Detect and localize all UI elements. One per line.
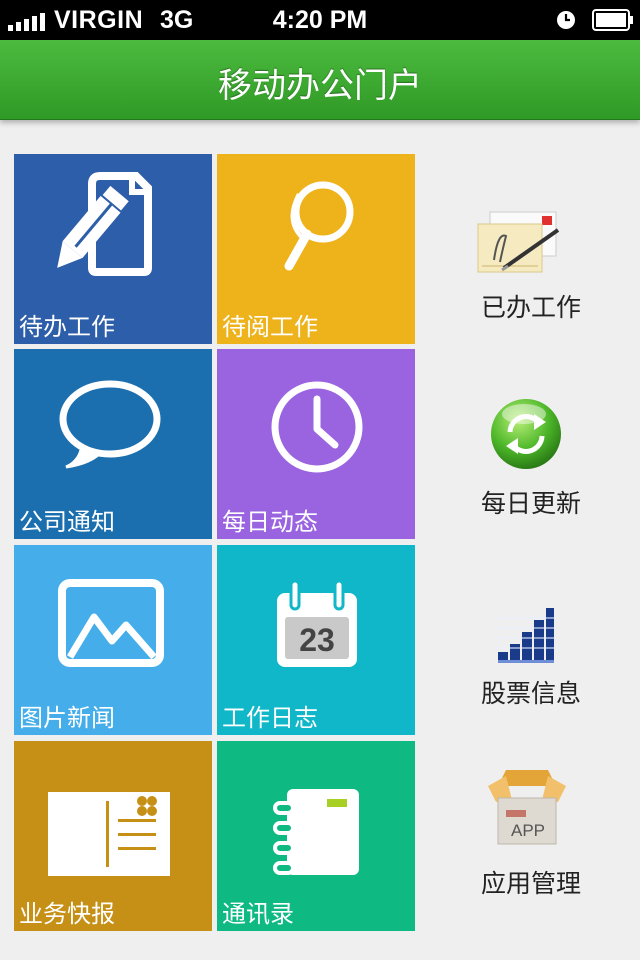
tile-label: 通讯录 xyxy=(222,900,294,928)
side-item-label: 股票信息 xyxy=(480,679,581,708)
tile-to-read[interactable]: 待阅工作 xyxy=(217,154,415,344)
battery-icon xyxy=(592,9,633,31)
tile-label: 待办工作 xyxy=(19,313,115,341)
tile-label: 业务快报 xyxy=(19,900,115,928)
side-item-daily-update[interactable]: 每日更新 xyxy=(436,392,626,522)
tile-label: 工作日志 xyxy=(222,704,318,732)
tile-business-brief[interactable]: 业务快报 xyxy=(14,741,212,931)
signed-letter-icon xyxy=(477,211,560,273)
side-item-stock-info[interactable]: 股票信息 xyxy=(436,600,626,710)
alarm-clock-icon xyxy=(557,11,575,29)
status-bar: VIRGIN 3G 4:20 PM xyxy=(0,0,640,40)
calendar-day: 23 xyxy=(299,622,335,658)
tile-work-log[interactable]: 23 工作日志 xyxy=(217,545,415,735)
green-refresh-icon xyxy=(491,399,561,469)
tile-label: 图片新闻 xyxy=(19,704,115,732)
page-title: 移动办公门户 xyxy=(218,66,422,106)
tile-daily-news[interactable]: 每日动态 xyxy=(217,349,415,539)
status-time: 4:20 PM xyxy=(272,6,368,34)
tile-label: 每日动态 xyxy=(222,508,318,536)
side-item-label: 已办工作 xyxy=(480,293,581,322)
tile-contacts[interactable]: 通讯录 xyxy=(217,741,415,931)
stock-bars-icon xyxy=(496,608,556,663)
tile-company-notice[interactable]: 公司通知 xyxy=(14,349,212,539)
app-box-text: APP xyxy=(511,821,545,840)
side-item-label: 应用管理 xyxy=(480,869,581,898)
side-item-label: 每日更新 xyxy=(480,489,581,518)
side-item-app-management[interactable]: APP 应用管理 xyxy=(436,760,626,900)
tile-photo-news[interactable]: 图片新闻 xyxy=(14,545,212,735)
tile-label: 公司通知 xyxy=(19,508,115,536)
app-box-icon: APP xyxy=(488,770,566,845)
side-item-done-work[interactable]: 已办工作 xyxy=(436,200,626,330)
tile-todo-work[interactable]: 待办工作 xyxy=(14,154,212,344)
tile-label: 待阅工作 xyxy=(222,313,318,341)
header-bar: 移动办公门户 xyxy=(0,40,640,120)
